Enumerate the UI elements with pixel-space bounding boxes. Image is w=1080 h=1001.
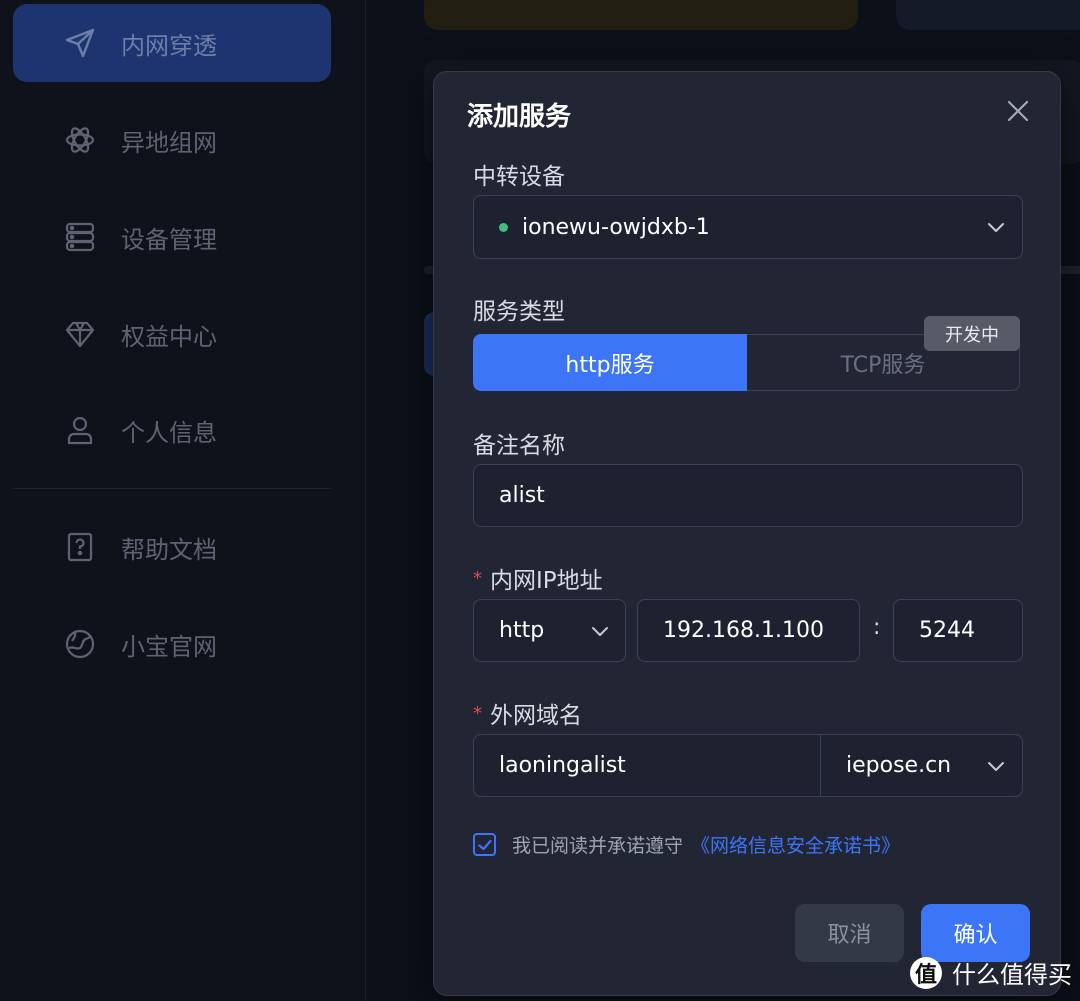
- server-icon: [63, 220, 97, 254]
- sidebar-item-benefits-center[interactable]: 权益中心: [13, 295, 331, 373]
- sidebar-item-help-docs[interactable]: 帮助文档: [13, 508, 331, 586]
- required-mark: *: [473, 567, 482, 589]
- smzdm-logo-icon: 值: [910, 956, 942, 989]
- sidebar-item-label: 设备管理: [121, 225, 217, 254]
- watermark-text: 什么值得买: [952, 961, 1072, 989]
- online-status-dot: [499, 222, 508, 232]
- protocol-value: http: [499, 618, 545, 643]
- relay-device-value: ionewu-owjdxb-1: [522, 214, 710, 240]
- sidebar-item-label: 内网穿透: [121, 31, 217, 60]
- required-mark: *: [473, 702, 482, 724]
- checkmark-icon: [477, 839, 492, 850]
- lan-ip-input[interactable]: 192.168.1.100: [637, 599, 860, 662]
- lan-ip-label-text: 内网IP地址: [490, 568, 603, 594]
- sidebar-item-label: 异地组网: [121, 128, 217, 157]
- send-icon: [63, 26, 97, 60]
- sidebar-item-label: 帮助文档: [121, 535, 217, 564]
- help-book-icon: [63, 530, 97, 564]
- sidebar-item-label: 权益中心: [121, 322, 217, 351]
- lan-ip-label: * 内网IP地址: [473, 561, 603, 595]
- agreement-row: 我已阅读并承诺遵守 《网络信息安全承诺书》: [473, 831, 900, 858]
- in-development-badge: 开发中: [924, 316, 1020, 351]
- close-icon: [1007, 100, 1029, 122]
- subdomain-input[interactable]: laoningalist: [473, 734, 821, 797]
- sidebar-item-remote-network[interactable]: 异地组网: [13, 101, 331, 179]
- note-name-label: 备注名称: [473, 433, 565, 459]
- background-card: [424, 0, 858, 30]
- agreement-text: 我已阅读并承诺遵守: [512, 835, 684, 857]
- dialog-title: 添加服务: [467, 102, 572, 132]
- wan-domain-label: * 外网域名: [473, 696, 582, 730]
- cancel-button[interactable]: 取消: [795, 904, 904, 962]
- protocol-select[interactable]: http: [473, 599, 626, 662]
- sidebar-item-device-management[interactable]: 设备管理: [13, 198, 331, 276]
- chevron-down-icon: [589, 620, 611, 642]
- wan-domain-label-text: 外网域名: [490, 703, 582, 729]
- port-input[interactable]: 5244: [893, 599, 1023, 662]
- sidebar-item-label: 小宝官网: [121, 632, 217, 661]
- chevron-down-icon: [985, 216, 1007, 238]
- background-card: [896, 0, 1080, 30]
- atom-network-icon: [63, 123, 97, 157]
- sidebar-item-profile[interactable]: 个人信息: [13, 391, 331, 469]
- service-type-label: 服务类型: [473, 299, 565, 325]
- sidebar-item-label: 个人信息: [121, 418, 217, 447]
- sidebar: 内网穿透 异地组网 设备管理 权益中心 个人信息 帮助文档 小宝官网: [0, 0, 366, 1001]
- relay-device-select[interactable]: ionewu-owjdxb-1: [473, 195, 1023, 259]
- add-service-dialog: 添加服务 中转设备 ionewu-owjdxb-1 服务类型 http服务 TC…: [433, 71, 1061, 996]
- diamond-icon: [63, 317, 97, 351]
- domain-select[interactable]: iepose.cn: [820, 734, 1023, 797]
- confirm-button[interactable]: 确认: [921, 904, 1030, 962]
- user-icon: [63, 413, 97, 447]
- chevron-down-icon: [985, 755, 1007, 777]
- ip-port-separator: :: [873, 615, 881, 640]
- watermark: 值 什么值得买: [910, 955, 1072, 990]
- note-name-input[interactable]: alist: [473, 464, 1023, 527]
- close-button[interactable]: [1005, 98, 1031, 124]
- sidebar-divider: [13, 488, 331, 489]
- sidebar-item-official-site[interactable]: 小宝官网: [13, 605, 331, 683]
- globe-icon: [63, 627, 97, 661]
- relay-device-label: 中转设备: [473, 164, 565, 190]
- sidebar-item-intranet-penetration[interactable]: 内网穿透: [13, 4, 331, 82]
- service-type-http-option[interactable]: http服务: [473, 334, 747, 391]
- agreement-checkbox[interactable]: [473, 833, 496, 856]
- security-pledge-link[interactable]: 《网络信息安全承诺书》: [691, 831, 900, 858]
- domain-value: iepose.cn: [846, 753, 952, 778]
